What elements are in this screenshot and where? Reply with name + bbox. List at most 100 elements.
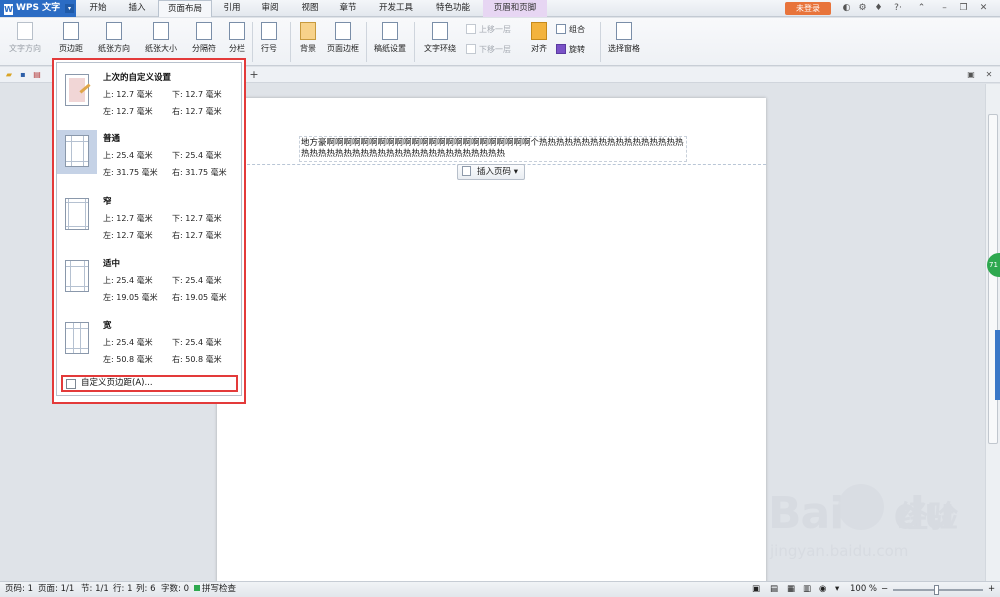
page-number-icon [462, 166, 471, 176]
ribbon-separator [600, 22, 601, 62]
panel-icon[interactable]: ▣ [966, 70, 976, 80]
save-icon[interactable]: ▪ [18, 70, 28, 80]
minimize-icon[interactable]: – [939, 3, 950, 14]
help-icon[interactable]: ?· [889, 3, 907, 14]
open-folder-icon[interactable]: ▰ [4, 70, 14, 80]
chevron-down-icon[interactable]: ▾ [65, 4, 74, 13]
watermark-cn: 经验 [898, 500, 958, 535]
document-page[interactable]: 地方豪啊啊啊啊啊啊啊啊啊啊啊啊啊啊啊啊啊啊啊啊啊啊啊啊个热热热热热热热热热热热热… [217, 98, 766, 588]
ribbon-separator [252, 22, 253, 62]
zoom-out-icon[interactable]: − [881, 582, 888, 597]
manuscript-button[interactable]: 稿纸设置 [370, 22, 410, 54]
margin-preset-normal[interactable]: 普通 上: 25.4 毫米 下: 25.4 毫米 左: 31.75 毫米 右: … [57, 130, 241, 190]
ribbon-separator [290, 22, 291, 62]
shirt-icon[interactable]: ♦ [873, 3, 884, 14]
group-button[interactable]: 组合 [556, 24, 585, 36]
header-text[interactable]: 地方豪啊啊啊啊啊啊啊啊啊啊啊啊啊啊啊啊啊啊啊啊啊啊啊啊个热热热热热热热热热热热热… [299, 136, 687, 162]
tab-header-footer[interactable]: 页眉和页脚 [483, 0, 547, 17]
app-menu-button[interactable]: W WPS 文字 ▾ [0, 0, 76, 17]
ribbon-separator [366, 22, 367, 62]
zoom-level[interactable]: 100 % [850, 582, 877, 597]
send-backward-icon [466, 44, 476, 54]
page-border-button[interactable]: 页面边框 [324, 22, 362, 54]
side-panel-tab[interactable] [995, 330, 1000, 400]
page-border-icon [335, 22, 351, 40]
breaks-button[interactable]: 分隔符 [185, 22, 223, 54]
tab-references[interactable]: 引用 [214, 0, 250, 17]
align-button[interactable]: 对齐 [527, 22, 551, 54]
orientation-button[interactable]: 纸张方向 [92, 22, 136, 54]
margin-preview-icon [57, 69, 97, 113]
baidu-jingyan-watermark: Bai du 经验 jingyan.baidu.com [768, 484, 998, 578]
margins-button[interactable]: 页边距 [52, 22, 90, 54]
status-column: 列: 6 [136, 584, 156, 594]
line-numbers-button[interactable]: 行号 [256, 22, 282, 54]
restore-icon[interactable]: ❐ [958, 3, 969, 14]
rotate-icon [556, 44, 566, 54]
selection-pane-button[interactable]: 选择窗格 [604, 22, 644, 54]
columns-button[interactable]: 分栏 [225, 22, 249, 54]
tab-review[interactable]: 审阅 [252, 0, 288, 17]
insert-page-number-button[interactable]: 插入页码 ▾ [457, 164, 525, 180]
tab-chapter[interactable]: 章节 [330, 0, 366, 17]
bring-forward-button[interactable]: 上移一层 [466, 24, 511, 36]
watermark-url: jingyan.baidu.com [770, 542, 909, 560]
status-line: 行: 1 [113, 584, 133, 594]
margin-preset-last-custom[interactable]: 上次的自定义设置 上: 12.7 毫米 下: 12.7 毫米 左: 12.7 毫… [57, 69, 241, 129]
fullscreen-icon[interactable]: ▣ [752, 582, 760, 597]
status-page-num: 页码: 1 [5, 584, 33, 594]
breaks-icon [196, 22, 212, 40]
tab-home[interactable]: 开始 [80, 0, 116, 17]
columns-icon [229, 22, 245, 40]
spell-check-toggle[interactable]: 拼写检查 [194, 582, 236, 597]
web-view-icon[interactable]: ▦ [787, 582, 795, 597]
tab-special-features[interactable]: 特色功能 [426, 0, 480, 17]
custom-margins-icon [66, 379, 76, 389]
spell-check-icon [194, 585, 200, 591]
page-view-icon[interactable]: ▤ [770, 582, 778, 597]
login-button[interactable]: 未登录 [785, 2, 831, 15]
ribbon-separator [414, 22, 415, 62]
margin-preview-icon [57, 130, 97, 174]
tab-page-layout[interactable]: 页面布局 [158, 0, 212, 17]
margins-menu: 上次的自定义设置 上: 12.7 毫米 下: 12.7 毫米 左: 12.7 毫… [56, 62, 242, 396]
wps-logo-icon: W [4, 4, 13, 15]
new-tab-icon[interactable]: + [249, 69, 259, 80]
line-numbers-icon [261, 22, 277, 40]
send-backward-button[interactable]: 下移一层 [466, 44, 511, 56]
margin-preview-icon [57, 193, 97, 237]
status-bar: 页码: 1 页面: 1/1 节: 1/1 行: 1 列: 6 字数: 0 拼写检… [0, 581, 1000, 597]
panel-close-icon[interactable]: ✕ [984, 70, 994, 80]
status-word-count[interactable]: 字数: 0 [161, 582, 189, 597]
text-direction-icon [17, 22, 33, 40]
settings-icon[interactable]: ⚙ [857, 3, 868, 14]
text-wrap-icon [432, 22, 448, 40]
ribbon-collapse-icon[interactable]: ⌃ [916, 3, 927, 14]
margin-preview-icon [57, 255, 97, 299]
text-wrap-button[interactable]: 文字环绕 [418, 22, 462, 54]
outline-view-icon[interactable]: ◉ [819, 582, 826, 597]
print-preview-icon[interactable]: ▤ [32, 70, 42, 80]
align-icon [531, 22, 547, 40]
margin-preset-wide[interactable]: 宽 上: 25.4 毫米 下: 25.4 毫米 左: 50.8 毫米 右: 50… [57, 317, 241, 377]
status-pages[interactable]: 页面: 1/1 [38, 582, 74, 597]
close-icon[interactable]: ✕ [978, 3, 989, 14]
margin-preset-narrow[interactable]: 窄 上: 12.7 毫米 下: 12.7 毫米 左: 12.7 毫米 右: 12… [57, 193, 241, 253]
text-direction-button[interactable]: 文字方向 [4, 22, 46, 54]
tab-insert[interactable]: 插入 [118, 0, 156, 17]
zoom-in-icon[interactable]: + [988, 582, 995, 597]
zoom-slider-thumb[interactable] [934, 585, 939, 595]
custom-margins-button[interactable]: 自定义页边距(A)... [61, 375, 238, 392]
zoom-dropdown-icon[interactable]: ▾ [835, 582, 839, 597]
group-icon [556, 24, 566, 34]
margins-dropdown: 上次的自定义设置 上: 12.7 毫米 下: 12.7 毫米 左: 12.7 毫… [52, 58, 246, 404]
bring-forward-icon [466, 24, 476, 34]
skin-icon[interactable]: ◐ [841, 3, 852, 14]
read-view-icon[interactable]: ▥ [803, 582, 811, 597]
tab-developer[interactable]: 开发工具 [368, 0, 424, 17]
rotate-button[interactable]: 旋转 [556, 44, 585, 56]
tab-view[interactable]: 视图 [292, 0, 328, 17]
background-button[interactable]: 背景 [294, 22, 322, 54]
paper-size-button[interactable]: 纸张大小 [139, 22, 183, 54]
margin-preset-moderate[interactable]: 适中 上: 25.4 毫米 下: 25.4 毫米 左: 19.05 毫米 右: … [57, 255, 241, 315]
